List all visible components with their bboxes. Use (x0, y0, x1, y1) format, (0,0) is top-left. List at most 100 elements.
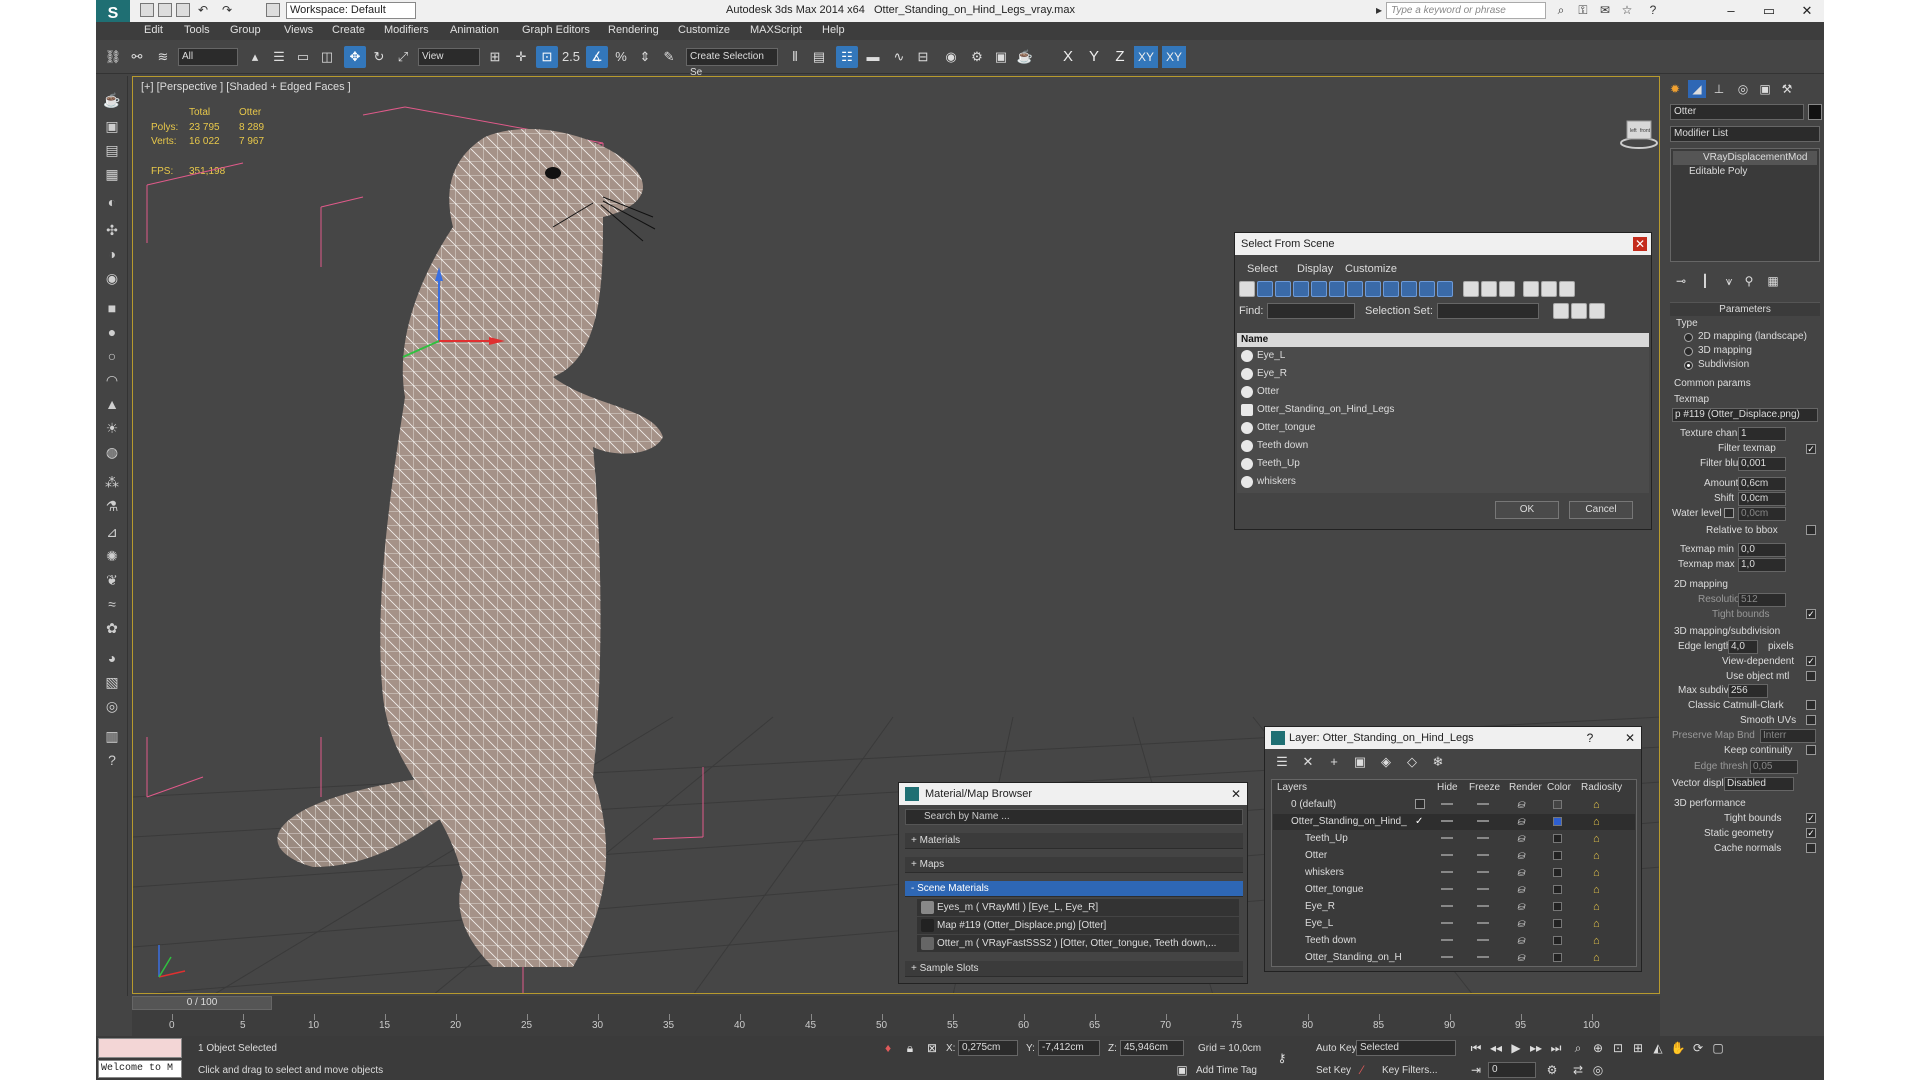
key-mode-toggle-icon[interactable]: ⇥ (1468, 1062, 1484, 1078)
curve-editor-icon[interactable]: ∿ (888, 46, 910, 68)
modifier-list-dropdown[interactable]: Modifier List (1670, 126, 1820, 142)
x-coord-field[interactable]: 0,275cm (958, 1040, 1018, 1056)
ribbon-toggle-icon[interactable]: ▬ (862, 46, 884, 68)
layer-help-button[interactable]: ? (1583, 731, 1597, 745)
search-arrow-icon[interactable]: ▸ (1372, 3, 1386, 17)
time-tag-icon[interactable]: ▣ (1174, 1062, 1190, 1078)
schematic-view-icon[interactable]: ⊟ (912, 46, 934, 68)
time-config-icon[interactable]: ⚙ (1544, 1062, 1560, 1078)
cloth-icon[interactable]: ✿ (102, 618, 122, 638)
zoom-icon[interactable]: ⌕ (1570, 1040, 1586, 1056)
sfs-menu-select[interactable]: Select (1247, 263, 1278, 275)
list-icon[interactable]: ▤ (102, 140, 122, 160)
mmb-close-button[interactable]: ✕ (1229, 787, 1243, 801)
render-setup-icon[interactable]: ⚙ (966, 46, 988, 68)
teacup-icon[interactable]: ◠ (102, 370, 122, 390)
help-circle-icon[interactable]: ? (102, 750, 122, 770)
menu-modifiers[interactable]: Modifiers (384, 24, 429, 36)
maximize-viewport-icon[interactable]: ▢ (1710, 1040, 1726, 1056)
selection-filter-dropdown[interactable]: All (178, 48, 238, 66)
project-folder-icon[interactable] (266, 3, 280, 17)
menu-views[interactable]: Views (284, 24, 313, 36)
pivot-center-icon[interactable]: ⊞ (484, 46, 506, 68)
sel-set-edit-icon[interactable] (1589, 303, 1605, 319)
remove-modifier-icon[interactable]: ⚲ (1740, 272, 1758, 290)
minimize-button[interactable]: – (1716, 2, 1746, 20)
texture-chan-spinner[interactable]: 1 (1738, 427, 1786, 441)
layer-explorer-icon[interactable]: ☷ (836, 46, 858, 68)
list-item[interactable]: Teeth down (1237, 437, 1649, 455)
named-selection-sets-dropdown[interactable]: Create Selection Se (686, 48, 778, 78)
layer-new-icon[interactable]: ☰ (1271, 751, 1293, 773)
menu-rendering[interactable]: Rendering (608, 24, 659, 36)
y-coord-field[interactable]: -7,412cm (1038, 1040, 1100, 1056)
globe-icon[interactable]: ◍ (102, 442, 122, 462)
rendered-frame-icon[interactable]: ▣ (990, 46, 1012, 68)
menu-create[interactable]: Create (332, 24, 365, 36)
filter-blur-spinner[interactable]: 0,001 (1738, 457, 1786, 471)
vector-displ-dropdown[interactable]: Disabled (1724, 777, 1794, 791)
render-production-icon[interactable]: ☕ (1014, 46, 1036, 68)
earth-icon[interactable]: ◎ (102, 696, 122, 716)
mmb-section-materials[interactable]: + Materials (905, 833, 1243, 849)
sfs-close-button[interactable]: ✕ (1633, 237, 1647, 251)
use-object-mtl-checkbox[interactable] (1806, 671, 1816, 681)
bulb-icon[interactable]: ◐ (102, 192, 122, 212)
key-icon[interactable]: ⚷ (1274, 1050, 1290, 1066)
layer-select-icon[interactable]: ▣ (1349, 751, 1371, 773)
fan-icon[interactable]: ✣ (102, 220, 122, 240)
sel-set-add-icon[interactable] (1553, 303, 1569, 319)
modify-tab-icon[interactable]: ◢ (1688, 80, 1706, 98)
smooth-uvs-checkbox[interactable] (1806, 715, 1816, 725)
particles-icon[interactable]: ⁂ (102, 472, 122, 492)
camera-icon[interactable]: ◉ (102, 268, 122, 288)
table-row[interactable]: 0 (default) ⛁ ⌂ (1273, 797, 1635, 813)
perf-tight-bounds-checkbox[interactable]: ✓ (1806, 813, 1816, 823)
list-item[interactable]: Otter_tongue (1237, 419, 1649, 437)
auto-key-button[interactable]: Auto Key (1316, 1043, 1357, 1054)
viewcube-left-face[interactable]: left (1630, 128, 1637, 134)
display-groups-icon[interactable] (1347, 281, 1363, 297)
time-slider-track[interactable]: 0 / 100 0 5 10 15 20 25 30 35 40 45 50 5… (132, 996, 1660, 1036)
view-dependent-checkbox[interactable]: ✓ (1806, 656, 1816, 666)
filter-texmap-checkbox[interactable]: ✓ (1806, 444, 1816, 454)
select-rotate-icon[interactable]: ↻ (368, 46, 390, 68)
sfs-menu-display[interactable]: Display (1297, 263, 1333, 275)
menu-tools[interactable]: Tools (184, 24, 210, 36)
table-row[interactable]: whiskers ⛁ ⌂ (1273, 865, 1635, 881)
orbit-icon[interactable]: ⟳ (1690, 1040, 1706, 1056)
col-hide[interactable]: Hide (1437, 782, 1458, 793)
select-by-name-icon[interactable]: ☰ (268, 46, 290, 68)
z-coord-field[interactable]: 45,946cm (1120, 1040, 1184, 1056)
display-hidden-icon[interactable] (1437, 281, 1453, 297)
next-frame-icon[interactable]: ▸▸ (1528, 1040, 1544, 1056)
ok-button[interactable]: OK (1495, 501, 1559, 519)
edit-named-sets-icon[interactable]: ✎ (658, 46, 680, 68)
edge-thresh-spinner[interactable]: 0,05 (1750, 760, 1798, 774)
table-row[interactable]: Otter_Standing_on_Hind_ ✓ ⛁ ⌂ (1273, 814, 1635, 830)
list-item[interactable]: Eye_L (1237, 347, 1649, 365)
layer-close-button[interactable]: ✕ (1623, 731, 1637, 745)
select-all-icon[interactable] (1463, 281, 1479, 297)
dynamics-icon[interactable]: ⚗ (102, 496, 122, 516)
table-row[interactable]: Eye_L ⛁ ⌂ (1273, 916, 1635, 932)
steering-wheel-icon[interactable]: ◎ (1590, 1062, 1606, 1078)
max-subdivs-spinner[interactable]: 256 (1728, 684, 1768, 698)
filter-options-icon[interactable] (1541, 281, 1557, 297)
col-radiosity[interactable]: Radiosity (1581, 782, 1622, 793)
unlink-icon[interactable]: ⚯ (126, 46, 148, 68)
selection-lock-icon[interactable]: 🔒︎ (902, 1040, 918, 1056)
select-invert-icon[interactable] (1499, 281, 1515, 297)
binoculars-icon[interactable]: ⌕ (1554, 3, 1568, 17)
motion-tab-icon[interactable]: ◎ (1734, 80, 1752, 98)
mmb-section-sample-slots[interactable]: + Sample Slots (905, 961, 1243, 977)
mirror-icon[interactable]: ⫴ (784, 46, 806, 68)
cache-normals-checkbox[interactable] (1806, 843, 1816, 853)
layer-delete-icon[interactable]: ✕ (1297, 751, 1319, 773)
table-row[interactable]: Teeth down ⛁ ⌂ (1273, 933, 1635, 949)
stack-item-vraydisplacement[interactable]: VRayDisplacementMod (1673, 151, 1817, 165)
zoom-all-icon[interactable]: ⊕ (1590, 1040, 1606, 1056)
texmap-min-spinner[interactable]: 0,0 (1738, 543, 1786, 557)
sphere-icon[interactable]: ● (102, 322, 122, 342)
axis-xy-cycle-button[interactable]: XY (1162, 46, 1186, 68)
